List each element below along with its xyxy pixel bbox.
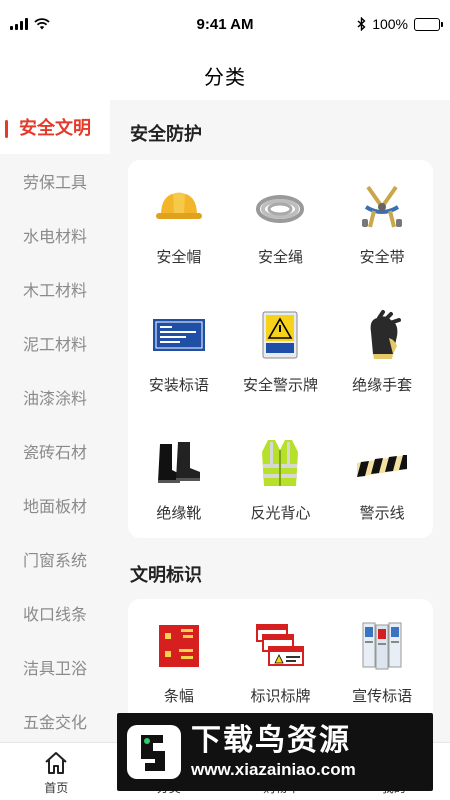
product-helmet[interactable]: 安全帽	[128, 160, 230, 288]
sidebar-item-doors-windows[interactable]: 门窗系统	[0, 532, 110, 586]
product-rope[interactable]: 安全绳	[230, 160, 332, 288]
product-warning-sign[interactable]: 安全警示牌	[230, 288, 332, 416]
item-label: 标识标牌	[250, 688, 311, 705]
vest-icon	[252, 438, 308, 488]
product-poster[interactable]: 宣传标语	[331, 599, 433, 727]
sidebar-item-sanitary[interactable]: 洁具卫浴	[0, 640, 110, 694]
tab-home[interactable]: 首页	[0, 743, 113, 800]
signboard-icon	[252, 621, 308, 671]
item-label: 警示线	[359, 505, 405, 522]
product-vest[interactable]: 反光背心	[230, 416, 332, 544]
banner-icon	[151, 621, 207, 671]
section-title-civilized-signs: 文明标识	[130, 565, 202, 585]
item-label: 安全带	[359, 249, 405, 266]
sidebar-item-labor-tools[interactable]: 劳保工具	[0, 154, 110, 208]
item-label: 条幅	[163, 688, 194, 705]
watermark-text: 下载鸟资源 www.xiazainiao.com	[191, 723, 356, 781]
sidebar-item-woodwork[interactable]: 木工材料	[0, 262, 110, 316]
product-glove[interactable]: 绝缘手套	[331, 288, 433, 416]
sidebar-item-trim[interactable]: 收口线条	[0, 586, 110, 640]
page-header: 分类	[0, 52, 450, 98]
product-banner[interactable]: 条幅	[128, 599, 230, 727]
tab-label: 首页	[44, 781, 69, 795]
category-sidebar: 安全文明 劳保工具 水电材料 木工材料 泥工材料 油漆涂料 瓷砖石材 地面板材 …	[0, 100, 110, 742]
item-label: 安全警示牌	[242, 377, 318, 394]
section-title-protection: 安全防护	[130, 124, 202, 144]
glove-icon	[354, 310, 410, 360]
watermark-overlay: 下载鸟资源 www.xiazainiao.com	[117, 713, 433, 791]
item-label: 安全绳	[257, 249, 303, 266]
item-label: 安全帽	[156, 249, 202, 266]
item-label: 安装标语	[148, 377, 209, 394]
home-icon	[45, 752, 67, 774]
battery-percent: 100%	[372, 16, 408, 32]
product-signboard[interactable]: 标识标牌	[230, 599, 332, 727]
sidebar-item-hardware[interactable]: 五金交化	[0, 694, 110, 742]
sidebar-item-masonry[interactable]: 泥工材料	[0, 316, 110, 370]
page-title: 分类	[204, 66, 246, 89]
item-label: 宣传标语	[352, 688, 413, 705]
watermark-title: 下载鸟资源	[191, 724, 351, 757]
status-right: 100%	[357, 16, 443, 32]
sidebar-item-flooring[interactable]: 地面板材	[0, 478, 110, 532]
item-label: 反光背心	[250, 505, 311, 522]
item-label: 绝缘手套	[352, 377, 413, 394]
helmet-icon	[151, 182, 207, 232]
item-label: 绝缘靴	[156, 505, 202, 522]
boots-icon	[151, 438, 207, 488]
warning-sign-icon	[252, 310, 308, 360]
harness-icon	[354, 182, 410, 232]
status-bar: 9:41 AM 100%	[0, 0, 450, 52]
bird-logo-icon	[127, 725, 181, 779]
product-harness[interactable]: 安全带	[331, 160, 433, 288]
sidebar-item-safety[interactable]: 安全文明	[0, 100, 110, 154]
sidebar-item-paint[interactable]: 油漆涂料	[0, 370, 110, 424]
category-content: 安全防护 安全帽 安全绳 安全带 安装标语 安全警示牌 绝缘手套 绝缘靴 反光背…	[110, 100, 450, 742]
bluetooth-icon	[357, 17, 366, 31]
poster-icon	[354, 621, 410, 671]
battery-icon	[414, 17, 443, 31]
sidebar-item-plumbing-electric[interactable]: 水电材料	[0, 208, 110, 262]
slogan-sign-icon	[151, 310, 207, 360]
watermark-url: www.xiazainiao.com	[191, 760, 356, 779]
product-slogan-sign[interactable]: 安装标语	[128, 288, 230, 416]
product-warning-tape[interactable]: 警示线	[331, 416, 433, 544]
sidebar-item-tile-stone[interactable]: 瓷砖石材	[0, 424, 110, 478]
product-boots[interactable]: 绝缘靴	[128, 416, 230, 544]
protection-card: 安全帽 安全绳 安全带 安装标语 安全警示牌 绝缘手套 绝缘靴 反光背心 警示线	[128, 160, 433, 538]
rope-icon	[252, 182, 308, 232]
tape-icon	[354, 438, 410, 488]
